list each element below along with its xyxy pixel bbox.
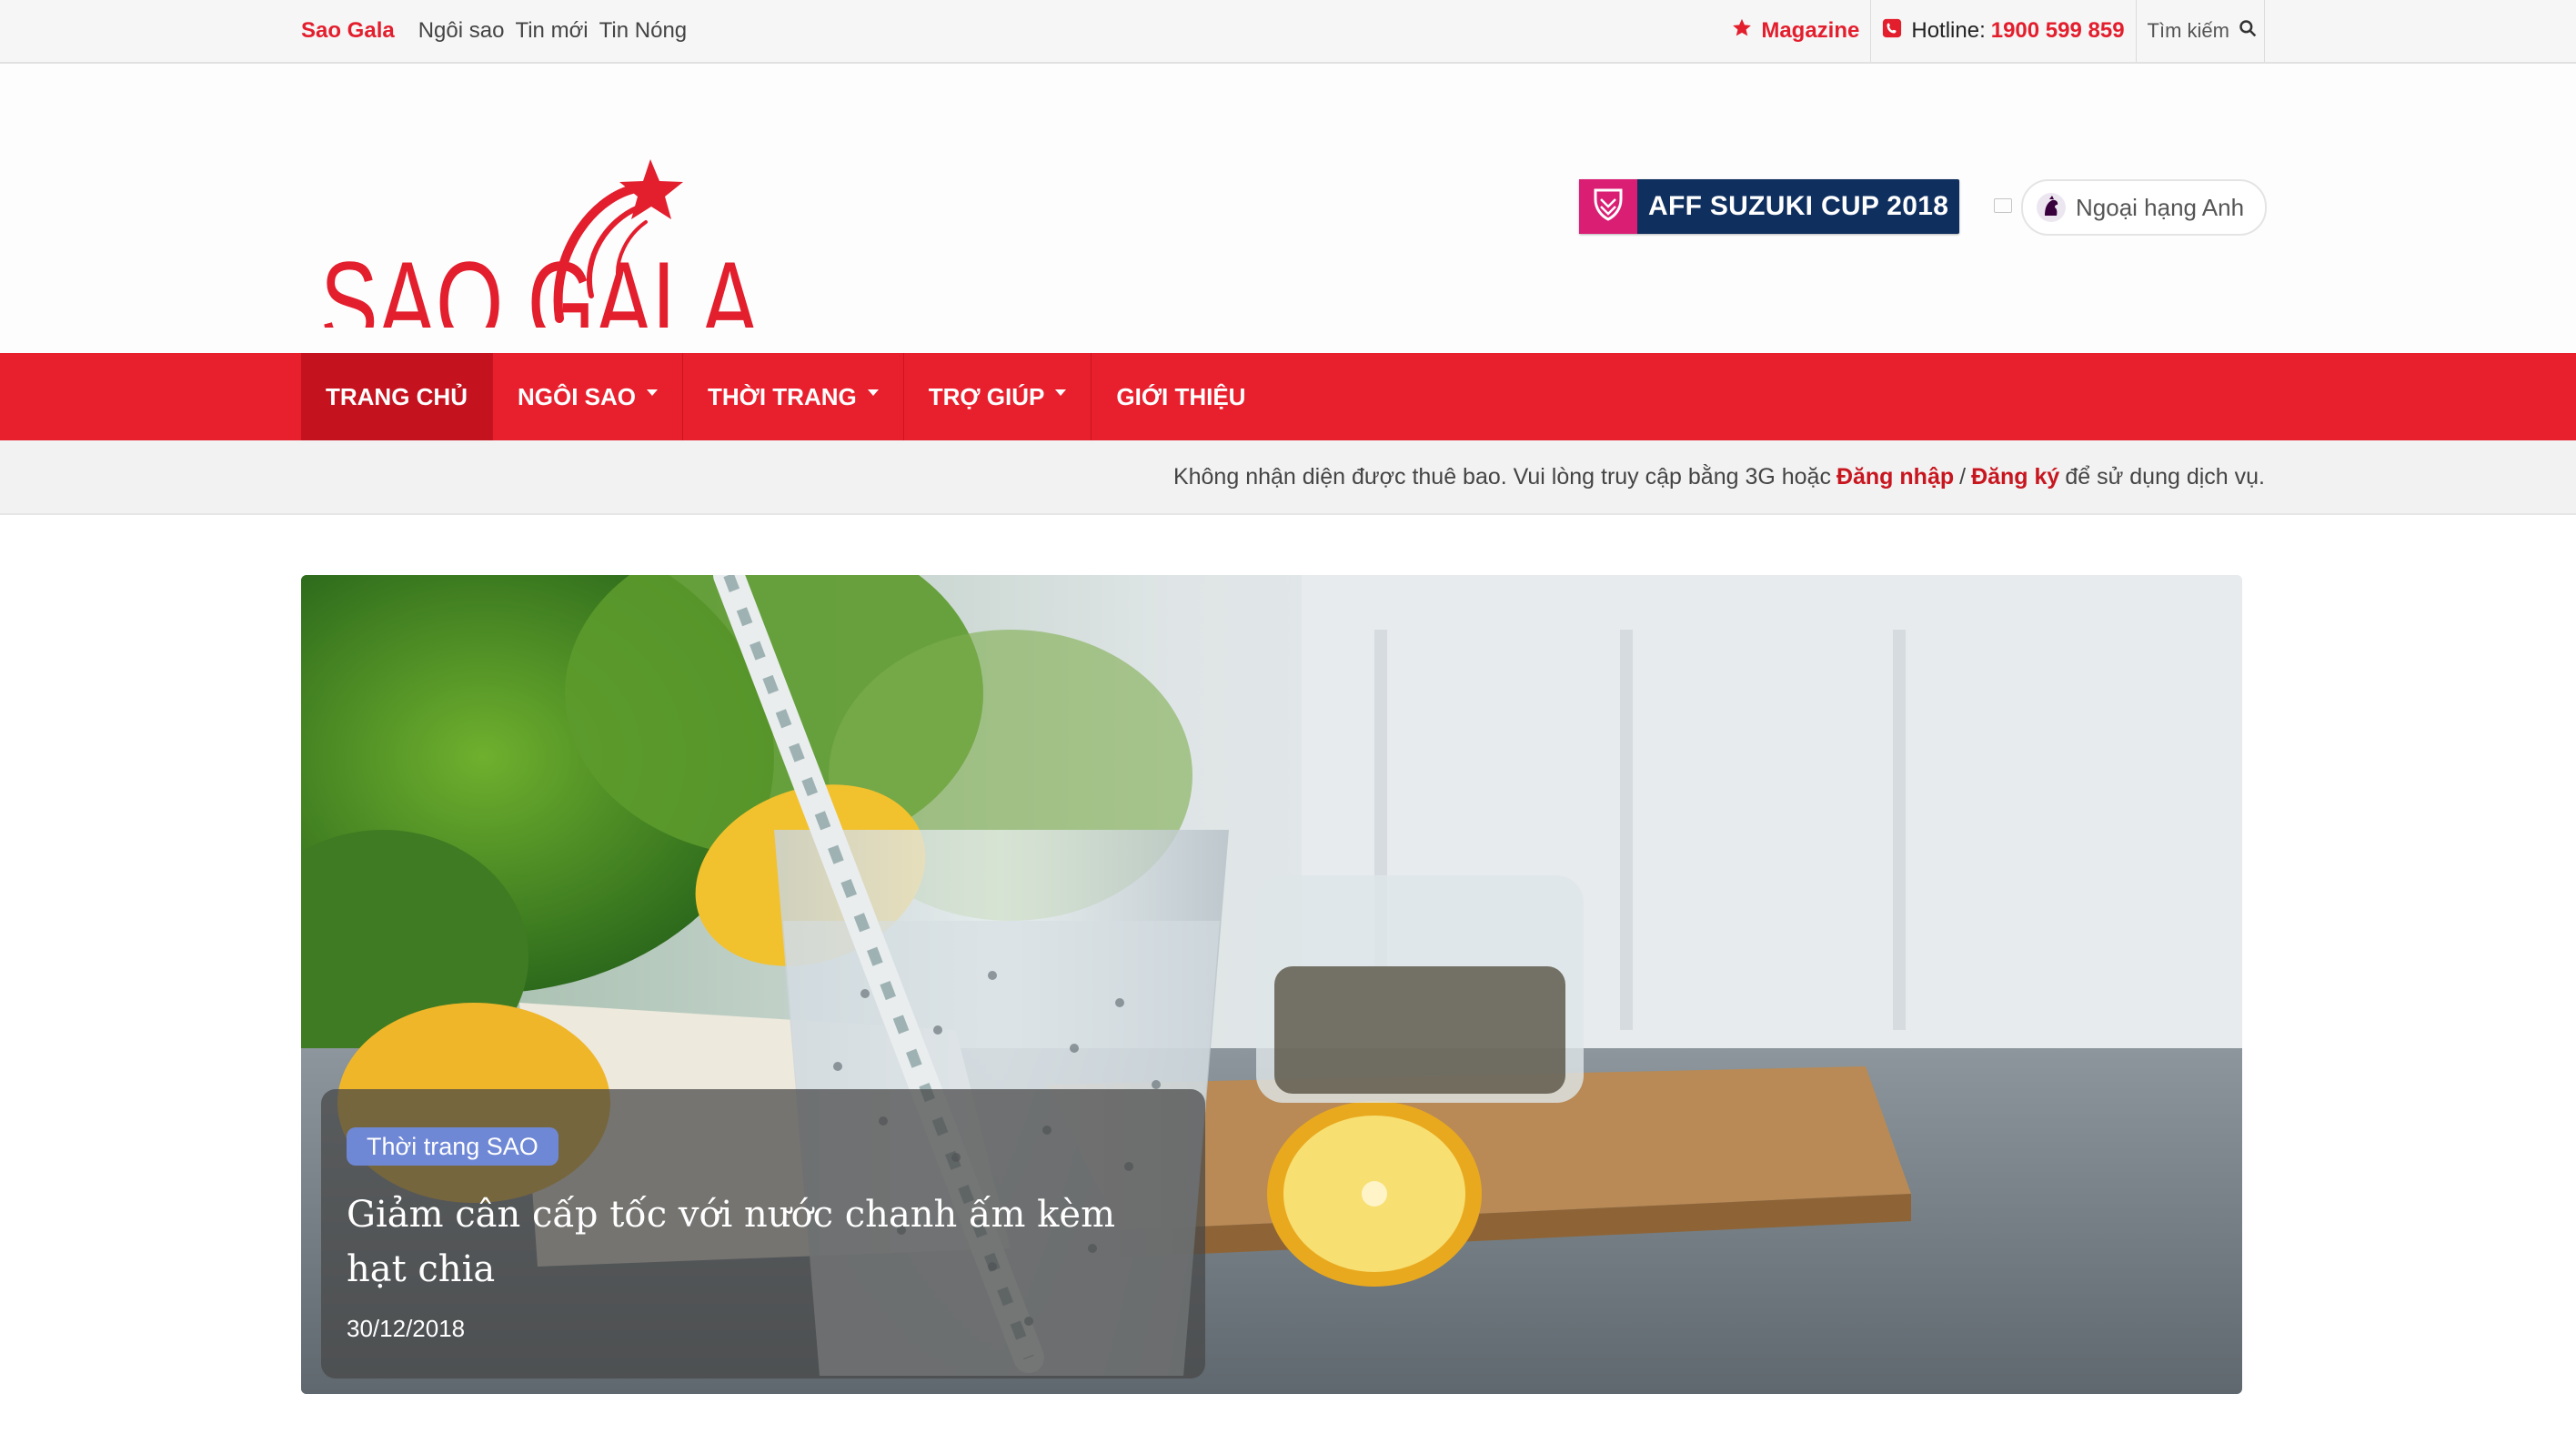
search-icon	[2239, 18, 2257, 44]
top-link-tin-nong[interactable]: Tin Nóng	[599, 18, 688, 44]
main-nav: TRANG CHỦ NGÔI SAO THỜI TRANG TRỢ GIÚP G…	[0, 353, 2576, 440]
login-link[interactable]: Đăng nhập	[1836, 464, 1954, 490]
lion-icon	[2037, 193, 2066, 222]
top-right-tools: Magazine Hotline: 1900 599 859 Tìm kiếm	[1721, 0, 2265, 62]
featured-title[interactable]: Giảm cân cấp tốc với nước chanh ấm kèm h…	[347, 1187, 1174, 1297]
nav-item-trang-chu[interactable]: TRANG CHỦ	[301, 353, 493, 440]
nav-label: TRỢ GIÚP	[928, 382, 1045, 410]
nav-item-tro-giup[interactable]: TRỢ GIÚP	[904, 353, 1092, 440]
phone-icon	[1882, 18, 1902, 45]
nav-label: GIỚI THIỆU	[1116, 382, 1246, 410]
star-icon	[1732, 18, 1752, 45]
nav-label: NGÔI SAO	[518, 382, 637, 410]
nav-label: THỜI TRANG	[708, 382, 857, 410]
featured-caption: Thời trang SAO Giảm cân cấp tốc với nước…	[321, 1089, 1205, 1378]
hotline[interactable]: Hotline: 1900 599 859	[1870, 0, 2135, 62]
aff-cup-banner[interactable]: AFF SUZUKI CUP 2018	[1579, 179, 1959, 234]
magazine-link[interactable]: Magazine	[1721, 0, 1870, 62]
premier-league-label: Ngoại hạng Anh	[2076, 193, 2245, 221]
top-link-tin-moi[interactable]: Tin mới	[515, 18, 588, 44]
site-logo[interactable]: SAO GALA	[318, 109, 773, 369]
notice-separator: /	[1959, 463, 1967, 490]
premier-league-button[interactable]: Ngoại hạng Anh	[2021, 179, 2267, 236]
top-bar: Sao Gala Ngôi sao Tin mới Tin Nóng Magaz…	[0, 0, 2576, 64]
subscriber-notice: Không nhận diện được thuê bao. Vui lòng …	[0, 440, 2576, 515]
site-header: SAO GALA AFF SUZUKI CUP 2018 Ngoại hạng …	[0, 64, 2576, 369]
search-button[interactable]: Tìm kiếm	[2135, 0, 2265, 62]
notice-text: Không nhận diện được thuê bao. Vui lòng …	[1172, 463, 1831, 490]
register-link[interactable]: Đăng ký	[1971, 464, 2059, 490]
nav-label: TRANG CHỦ	[326, 382, 468, 410]
aff-trophy-icon	[1579, 179, 1637, 234]
top-link-ngoi-sao[interactable]: Ngôi sao	[418, 18, 505, 44]
logo-text: SAO GALA	[320, 237, 759, 328]
top-links: Sao Gala Ngôi sao Tin mới Tin Nóng	[301, 0, 698, 62]
caret-down-icon	[647, 389, 659, 396]
nav-item-ngoi-sao[interactable]: NGÔI SAO	[493, 353, 684, 440]
caret-down-icon	[1055, 389, 1067, 396]
featured-date: 30/12/2018	[347, 1315, 466, 1342]
featured-article[interactable]: Thời trang SAO Giảm cân cấp tốc với nước…	[301, 575, 2242, 1394]
aff-cup-label: AFF SUZUKI CUP 2018	[1648, 191, 1949, 221]
hotline-number: 1900 599 859	[1990, 18, 2125, 43]
search-label: Tìm kiếm	[2147, 19, 2229, 42]
category-tag[interactable]: Thời trang SAO	[347, 1127, 558, 1166]
magazine-label: Magazine	[1761, 18, 1860, 43]
notice-text-end: để sử dụng dịch vụ.	[2065, 463, 2265, 490]
brand-link[interactable]: Sao Gala	[301, 18, 395, 44]
hotline-label: Hotline:	[1911, 18, 1986, 43]
nav-item-gioi-thieu[interactable]: GIỚI THIỆU	[1092, 353, 1270, 440]
nav-item-thoi-trang[interactable]: THỜI TRANG	[683, 353, 904, 440]
mail-icon	[1994, 198, 2012, 213]
caret-down-icon	[867, 389, 879, 396]
